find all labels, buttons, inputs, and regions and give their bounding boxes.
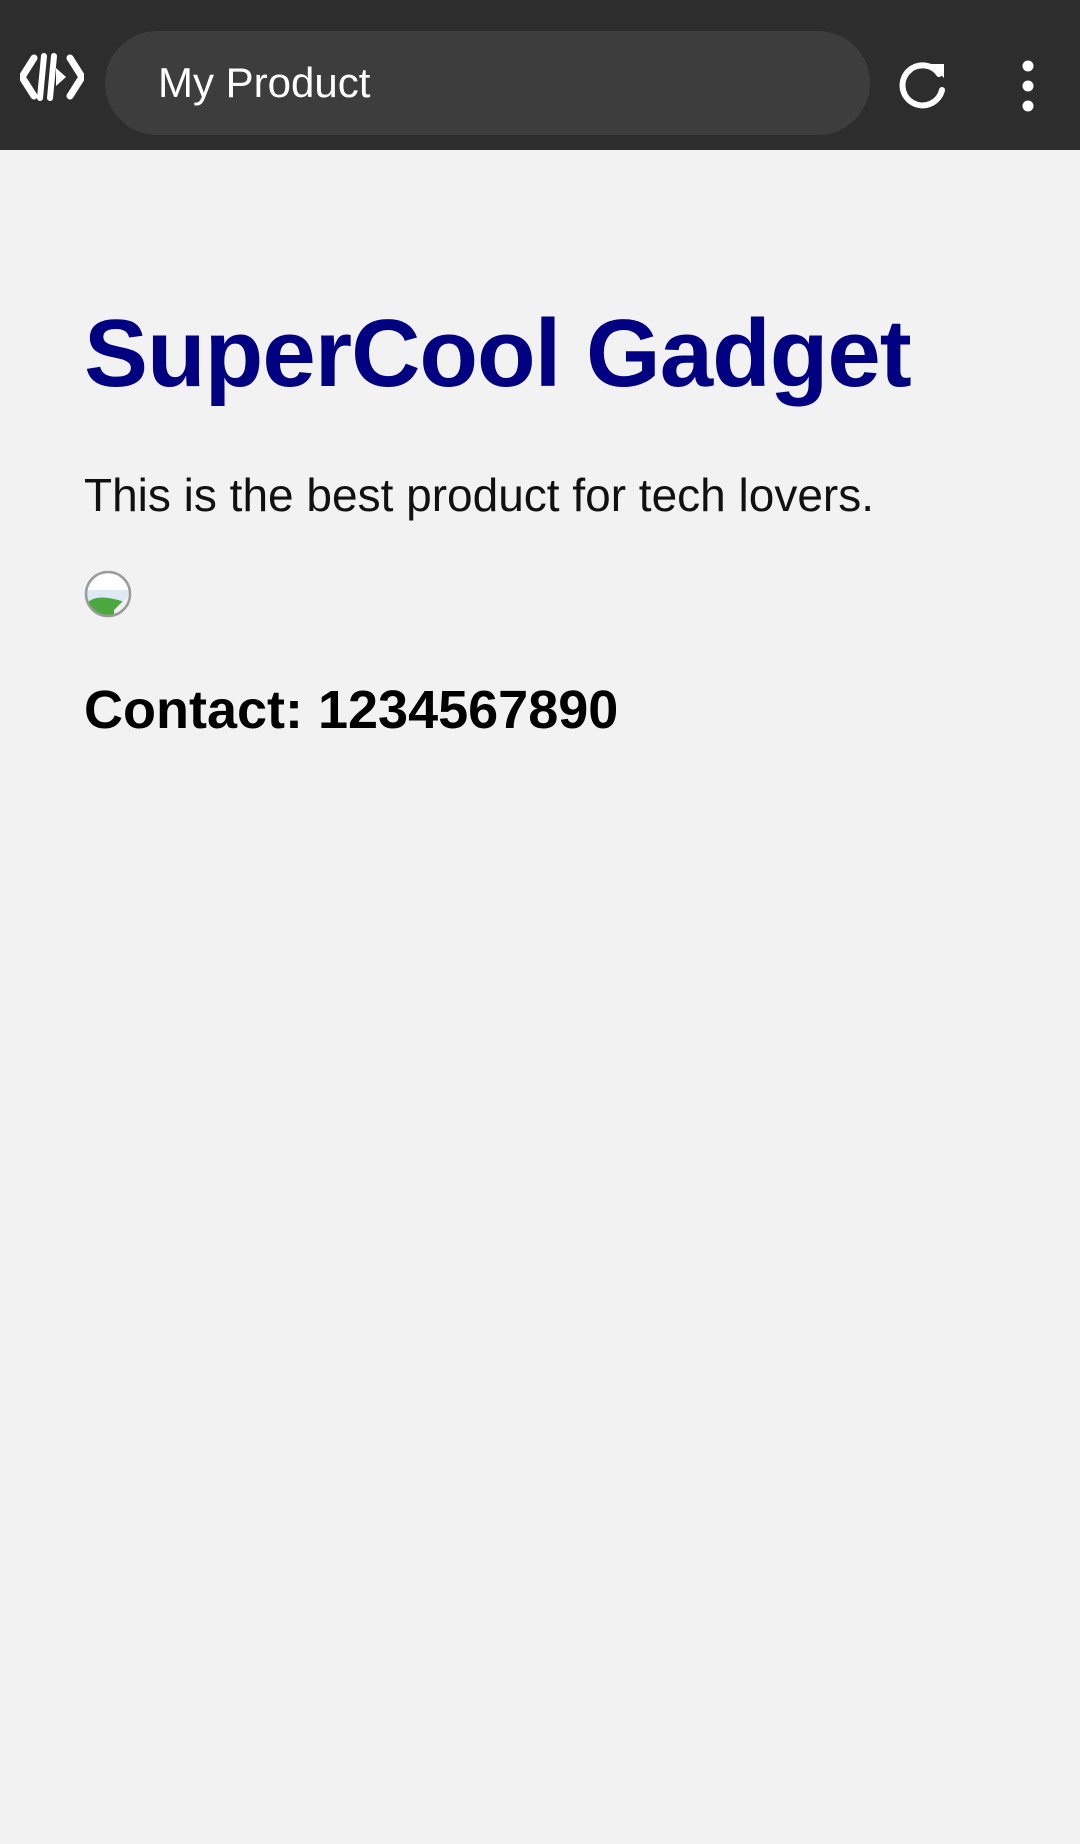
- code-brackets-icon[interactable]: [20, 50, 84, 104]
- broken-image-icon: [84, 570, 132, 618]
- url-bar[interactable]: My Product: [105, 31, 870, 135]
- reload-icon[interactable]: [895, 56, 951, 112]
- more-vertical-icon[interactable]: [1010, 56, 1046, 116]
- page-content: SuperCool Gadget This is the best produc…: [84, 150, 1044, 742]
- contact-info: Contact: 1234567890: [84, 680, 619, 740]
- page-title: SuperCool Gadget: [84, 300, 912, 407]
- url-bar-text: My Product: [158, 59, 371, 106]
- browser-toolbar: My Product: [0, 0, 1080, 150]
- page-description: This is the best product for tech lovers…: [84, 469, 875, 521]
